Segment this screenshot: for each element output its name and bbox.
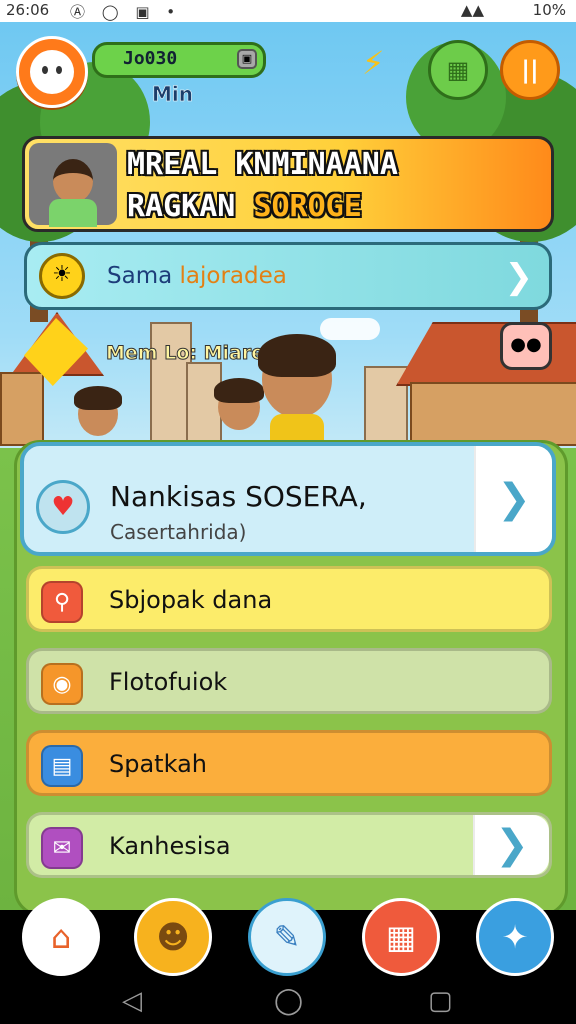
cloud: [320, 318, 380, 340]
book-icon: ▦: [385, 918, 417, 956]
currency-value: Jo030: [123, 48, 178, 69]
pause-icon: ||: [521, 56, 539, 84]
home-icon: ⌂: [50, 918, 72, 956]
strip-text: Sama: [107, 263, 180, 289]
map-pin-icon: ♥: [36, 480, 90, 534]
character-sprite: [74, 386, 122, 436]
sun-icon: ☀: [39, 253, 85, 299]
chevron-right-icon: ❯: [504, 257, 534, 297]
lock-icon[interactable]: ▣: [237, 49, 257, 69]
chevron-right-icon[interactable]: ❯: [473, 815, 549, 875]
edit-button[interactable]: ✎: [248, 898, 326, 976]
notification-icons: Ⓐ ◯ ▣ •: [70, 3, 182, 21]
menu-item-2[interactable]: ◉ Flotofuiok: [26, 648, 552, 714]
chevron-right-icon[interactable]: ❯: [474, 446, 552, 552]
house-wall: [410, 382, 576, 446]
menu-item-label: Kanhesisa: [109, 832, 231, 860]
strip-label: Sama lajoradea: [107, 263, 287, 289]
bottom-navigation: ⌂ ☻ ✎ ▦ ✦ ◁ ◯ ▢: [0, 898, 576, 1024]
banner-title-line1: MREAL KNMINAANA: [127, 147, 398, 182]
menu-item-label: Flotofuiok: [109, 668, 228, 696]
lightning-icon: ⚡: [362, 44, 385, 82]
location-icon: ◉: [41, 663, 83, 705]
search-icon: ⚲: [41, 581, 83, 623]
character-body: [49, 199, 97, 227]
home-button[interactable]: ⌂: [22, 898, 100, 976]
player-avatar[interactable]: [16, 36, 88, 108]
profile-button[interactable]: ☻: [134, 898, 212, 976]
bird-icon: ✦: [501, 918, 529, 956]
character-portrait: [29, 143, 117, 227]
back-button[interactable]: ◁: [122, 986, 142, 1016]
battery-level: 10%: [532, 1, 566, 19]
menu-item-3[interactable]: ▤ Spatkah: [26, 730, 552, 796]
book-button[interactable]: ▦: [362, 898, 440, 976]
scene-label: Mem Lo: Miare: [105, 342, 265, 365]
strip-highlight: lajoradea: [179, 263, 287, 289]
menu-item-label: Sbjopak dana: [109, 586, 273, 614]
pig-face-icon[interactable]: ●●: [500, 322, 552, 370]
banner-title-highlight: SOROGE: [253, 189, 362, 224]
event-banner[interactable]: MREAL KNMINAANA RAGKAN SOROGE: [22, 136, 554, 232]
character-face: [53, 159, 93, 203]
avatar-face-icon: [30, 50, 74, 94]
social-button[interactable]: ✦: [476, 898, 554, 976]
building: [186, 362, 222, 446]
house-wall: [0, 372, 44, 446]
signal-icon: ▲▲: [460, 1, 484, 19]
status-time: 26:06: [6, 1, 50, 19]
level-label: Min: [152, 82, 194, 107]
pause-button[interactable]: ||: [500, 40, 560, 100]
profile-icon: ☻: [156, 918, 190, 956]
home-system-button[interactable]: ◯: [274, 986, 303, 1016]
shop-button[interactable]: ▦: [428, 40, 488, 100]
menu-item-1[interactable]: ⚲ Sbjopak dana: [26, 566, 552, 632]
edit-icon: ✎: [273, 918, 301, 956]
menu-item-4[interactable]: ✉ Kanhesisa ❯: [26, 812, 552, 878]
banner-title-line2: RAGKAN SOROGE: [127, 189, 362, 224]
daily-reward-strip[interactable]: ☀ Sama lajoradea ❯: [24, 242, 552, 310]
banner-title-text: RAGKAN: [127, 189, 254, 224]
main-character: [258, 334, 336, 418]
currency-bar: Jo030 ▣: [92, 42, 266, 78]
menu-item-label: Spatkah: [109, 750, 207, 778]
main-character-body: [270, 414, 324, 440]
recents-button[interactable]: ▢: [428, 986, 453, 1016]
chart-icon: ▤: [41, 745, 83, 787]
status-bar: 26:06 Ⓐ ◯ ▣ • ▲▲ 10%: [0, 0, 576, 22]
character-sprite: [214, 378, 264, 430]
featured-subtitle: Casertahrida): [110, 520, 247, 544]
featured-quest-card[interactable]: ♥ Nankisas SOSERA, Casertahrida) ❯: [20, 442, 556, 556]
featured-title: Nankisas SOSERA,: [110, 480, 367, 513]
shop-icon: ▦: [446, 56, 470, 84]
mail-icon: ✉: [41, 827, 83, 869]
